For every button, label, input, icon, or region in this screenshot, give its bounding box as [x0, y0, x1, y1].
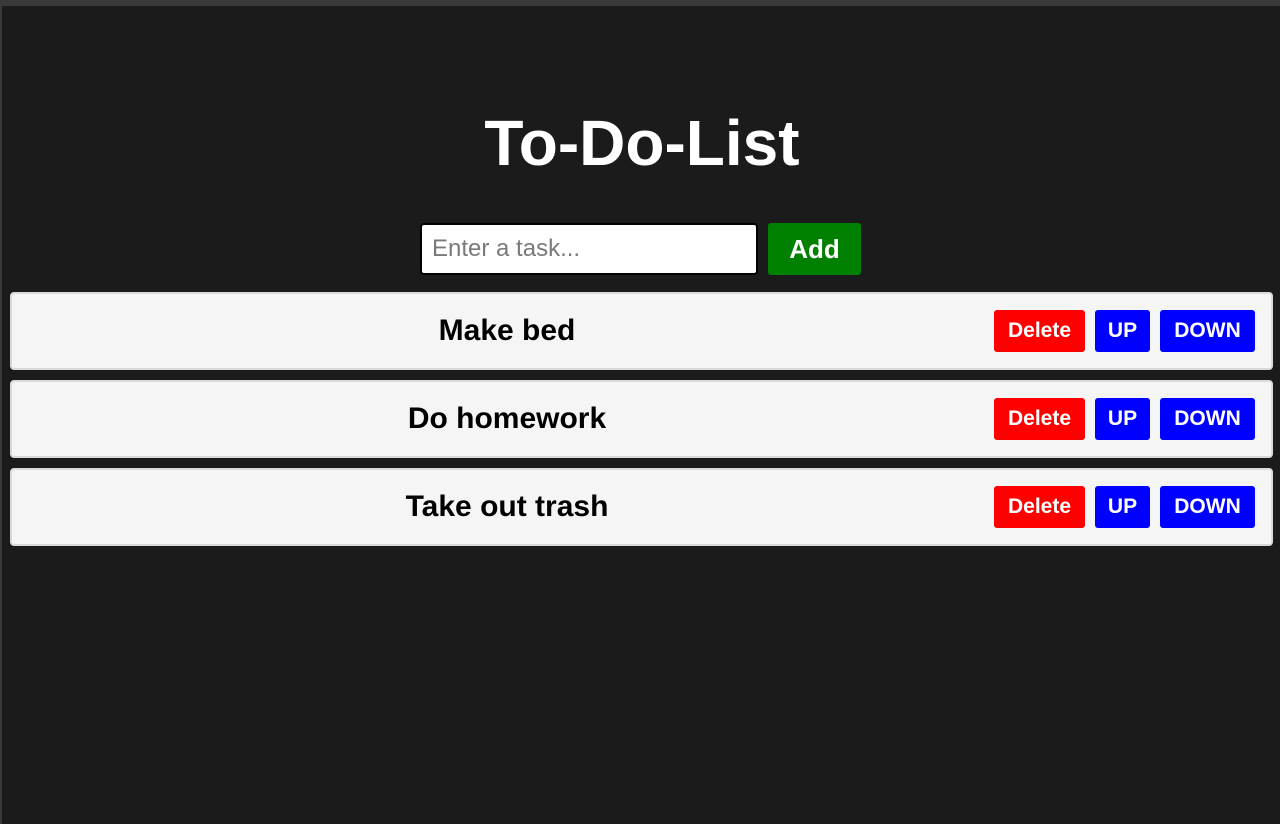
- add-button[interactable]: Add: [768, 223, 861, 275]
- page-title: To-Do-List: [484, 107, 800, 179]
- task-list: Make bed Delete UP DOWN Do homework Dele…: [10, 292, 1273, 556]
- down-button[interactable]: DOWN: [1160, 398, 1255, 440]
- app-window: To-Do-List Add Make bed Delete UP DOWN D…: [0, 0, 1280, 824]
- add-task-form: Add: [420, 223, 861, 275]
- task-text: Take out trash: [405, 490, 609, 523]
- task-input[interactable]: [420, 223, 758, 275]
- list-item: Do homework Delete UP DOWN: [10, 380, 1273, 458]
- task-actions: Delete UP DOWN: [994, 398, 1255, 440]
- delete-button[interactable]: Delete: [994, 398, 1085, 440]
- list-item: Take out trash Delete UP DOWN: [10, 468, 1273, 546]
- up-button[interactable]: UP: [1095, 486, 1150, 528]
- task-actions: Delete UP DOWN: [994, 310, 1255, 352]
- task-actions: Delete UP DOWN: [994, 486, 1255, 528]
- list-item: Make bed Delete UP DOWN: [10, 292, 1273, 370]
- delete-button[interactable]: Delete: [994, 486, 1085, 528]
- down-button[interactable]: DOWN: [1160, 310, 1255, 352]
- task-text: Do homework: [407, 402, 607, 435]
- task-text: Make bed: [438, 314, 576, 347]
- down-button[interactable]: DOWN: [1160, 486, 1255, 528]
- delete-button[interactable]: Delete: [994, 310, 1085, 352]
- up-button[interactable]: UP: [1095, 310, 1150, 352]
- up-button[interactable]: UP: [1095, 398, 1150, 440]
